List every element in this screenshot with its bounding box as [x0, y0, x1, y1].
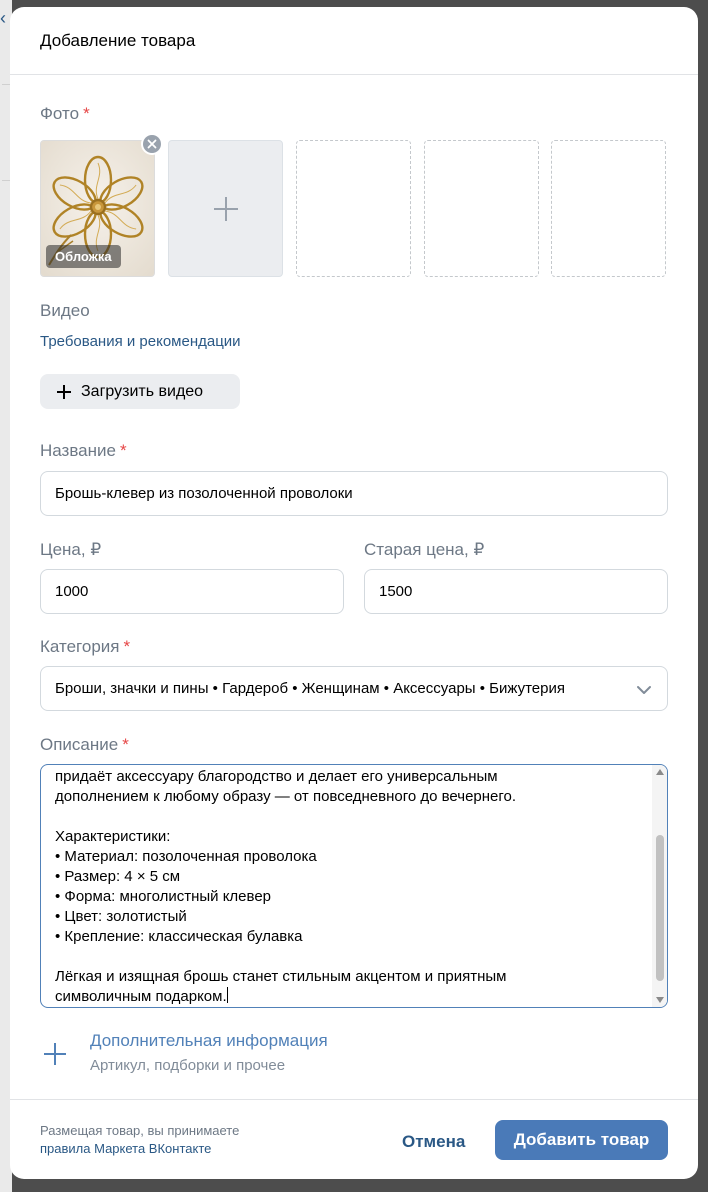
- description-line: Характеристики:: [55, 828, 171, 845]
- cover-badge: Обложка: [46, 245, 121, 268]
- description-line: • Материал: позолоченная проволока: [55, 848, 317, 865]
- add-photo-button[interactable]: [168, 140, 283, 277]
- photo-label: Фото *: [40, 104, 90, 124]
- scroll-down-icon[interactable]: [656, 997, 664, 1003]
- empty-photo-slot: [551, 140, 666, 277]
- description-line: придаёт аксессуару благородство и делает…: [55, 768, 498, 785]
- video-label: Видео: [40, 301, 90, 320]
- plus-icon: [57, 384, 71, 399]
- empty-photo-slot: [296, 140, 411, 277]
- cancel-button[interactable]: Отмена: [402, 1132, 465, 1152]
- background-divider: [2, 84, 10, 85]
- description-last-line: символичным подарком.: [55, 987, 645, 1007]
- category-label: Категория *: [40, 637, 130, 657]
- required-mark: *: [122, 735, 129, 754]
- description-line: Лёгкая и изящная брошь станет стильным а…: [55, 968, 507, 985]
- plus-icon: [44, 1043, 66, 1065]
- close-icon: [143, 135, 161, 153]
- add-product-button[interactable]: Добавить товар: [495, 1120, 668, 1160]
- description-line: • Форма: многолистный клевер: [55, 888, 272, 905]
- name-label-text: Название: [40, 441, 116, 460]
- price-label: Цена, ₽: [40, 540, 102, 559]
- description-line: • Цвет: золотистый: [55, 908, 187, 925]
- name-label: Название *: [40, 441, 127, 461]
- description-label: Описание *: [40, 735, 129, 755]
- empty-photo-slot: [424, 140, 539, 277]
- photo-label-text: Фото: [40, 104, 80, 123]
- name-input[interactable]: Брошь-клевер из позолоченной проволоки: [40, 471, 668, 516]
- chevron-down-icon: [637, 686, 651, 694]
- requirements-link[interactable]: Требования и рекомендации: [40, 333, 241, 350]
- description-line: [55, 947, 645, 967]
- description-line: [55, 807, 645, 827]
- scrollbar-thumb[interactable]: [656, 835, 664, 981]
- scroll-up-icon[interactable]: [656, 769, 664, 775]
- modal-header: Добавление товара: [10, 7, 698, 75]
- description-scrollbar[interactable]: [652, 765, 667, 1007]
- additional-info-subtitle: Артикул, подборки и прочее: [90, 1057, 286, 1074]
- modal-title: Добавление товара: [40, 30, 196, 50]
- cover-photo[interactable]: Обложка: [40, 140, 155, 277]
- remove-photo-button[interactable]: [141, 133, 163, 155]
- description-label-text: Описание: [40, 735, 119, 754]
- description-line: символичным подарком.: [55, 988, 227, 1005]
- old-price-input[interactable]: 1500: [364, 569, 668, 614]
- description-line: дополнением к любому образу — от повседн…: [55, 788, 517, 805]
- description-line: • Крепление: классическая булавка: [55, 928, 303, 945]
- add-product-modal: Добавление товара Фото * Обложка Видео Т…: [10, 7, 698, 1179]
- category-select[interactable]: Броши, значки и пины • Гардероб • Женщин…: [40, 666, 668, 711]
- description-textarea[interactable]: придаёт аксессуару благородство и делает…: [40, 764, 668, 1008]
- upload-video-label: Загрузить видео: [81, 382, 204, 400]
- required-mark: *: [83, 104, 90, 123]
- plus-icon: [213, 196, 238, 221]
- required-mark: *: [123, 637, 131, 656]
- description-text: придаёт аксессуару благородство и делает…: [55, 767, 645, 1007]
- category-label-text: Категория: [40, 637, 120, 656]
- back-arrow-icon: ‹: [0, 8, 6, 28]
- text-caret: [226, 987, 228, 1003]
- required-mark: *: [119, 441, 127, 460]
- price-input[interactable]: 1000: [40, 569, 344, 614]
- old-price-label: Старая цена, ₽: [364, 540, 485, 559]
- terms-note: Размещая товар, вы принимаете: [40, 1123, 240, 1138]
- additional-info-button[interactable]: Дополнительная информация Артикул, подбо…: [40, 1027, 440, 1077]
- description-line: • Размер: 4 × 5 см: [55, 868, 181, 885]
- background-divider: [2, 180, 10, 181]
- additional-info-title: Дополнительная информация: [90, 1031, 328, 1050]
- category-value: Броши, значки и пины • Гардероб • Женщин…: [55, 680, 565, 697]
- modal-footer: Размещая товар, вы принимаете правила Ма…: [10, 1099, 698, 1179]
- upload-video-button[interactable]: Загрузить видео: [40, 374, 240, 409]
- market-rules-link[interactable]: правила Маркета ВКонтакте: [40, 1141, 211, 1156]
